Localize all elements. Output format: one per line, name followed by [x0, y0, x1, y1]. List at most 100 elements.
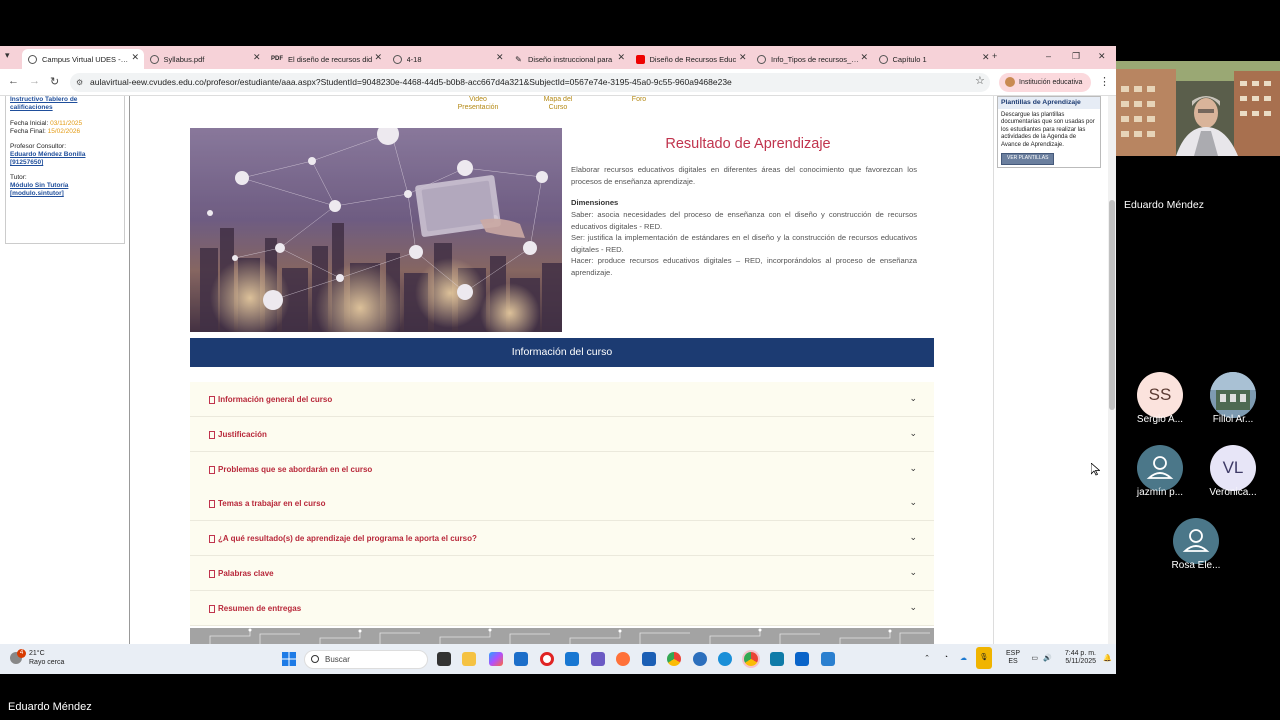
weather-widget[interactable]: 4 21°C Rayo cerca: [10, 649, 64, 667]
tab-close-icon[interactable]: ✕: [617, 52, 625, 63]
chevron-down-icon[interactable]: ⌄: [909, 567, 917, 578]
bookmark-star-icon[interactable]: ☆: [975, 74, 985, 87]
scrollbar-thumb[interactable]: [1109, 200, 1115, 410]
chevron-down-icon[interactable]: ⌄: [909, 393, 917, 404]
tab-close-icon[interactable]: ✕: [253, 52, 261, 63]
opera-icon[interactable]: [540, 652, 554, 666]
new-tab-plus-icon[interactable]: +: [992, 51, 997, 61]
tab-close-icon[interactable]: ✕: [739, 52, 747, 63]
tab-close-icon[interactable]: ✕: [131, 52, 139, 63]
onedrive-icon[interactable]: ☁: [960, 654, 967, 662]
accordion-item[interactable]: Resumen de entregas ⌄: [190, 590, 934, 626]
ver-plantillas-button[interactable]: VER PLANTILLAS: [1001, 153, 1055, 165]
chevron-down-icon[interactable]: ⌄: [909, 532, 917, 543]
minimize-icon[interactable]: –: [1046, 51, 1051, 61]
profile-button[interactable]: Institución educativa: [999, 73, 1091, 92]
copilot-icon[interactable]: [489, 652, 503, 666]
restore-icon[interactable]: ❐: [1072, 51, 1080, 62]
mapa-curso-link[interactable]: Mapa del Curso: [538, 96, 578, 112]
browser-menu-icon[interactable]: ⋮: [1099, 75, 1110, 88]
document-icon: [209, 604, 215, 613]
participant-avatar[interactable]: SS: [1137, 372, 1183, 418]
page-viewport: Instructivo Tablero de calificaciones Fe…: [0, 96, 1116, 644]
tray-chevron-icon[interactable]: ⌃: [924, 654, 930, 662]
tab-label: Diseño de Recursos Educ: [649, 54, 737, 64]
participant-avatar[interactable]: [1210, 372, 1256, 418]
accordion-item[interactable]: Justificación ⌄: [190, 416, 934, 452]
chrome-icon[interactable]: [667, 652, 681, 666]
browser-tab[interactable]: Syllabus.pdf ✕: [144, 49, 266, 69]
tab-close-icon[interactable]: ✕: [496, 52, 504, 63]
windows-start-icon[interactable]: [282, 652, 296, 666]
browser-tab[interactable]: Capítulo 1 ✕: [873, 49, 995, 69]
camera-app-icon[interactable]: [565, 652, 579, 666]
tab-close-icon[interactable]: ✕: [860, 52, 868, 63]
microphone-icon[interactable]: 🎙: [976, 647, 992, 669]
volume-icon[interactable]: 🔊: [1043, 654, 1052, 662]
tutor-link[interactable]: Módulo Sin Tutoría [modulo.sintutor]: [10, 182, 68, 197]
url-field[interactable]: ⚙ aulavirtual-eew.cvudes.edu.co/profesor…: [70, 73, 990, 92]
app-icon[interactable]: [821, 652, 835, 666]
teams-icon[interactable]: [591, 652, 605, 666]
pin-icon: ✎: [515, 54, 522, 64]
chevron-down-icon[interactable]: ⌄: [909, 602, 917, 613]
participant-avatar[interactable]: VL: [1210, 445, 1256, 491]
task-view-icon[interactable]: [437, 652, 451, 666]
chevron-down-icon[interactable]: ⌄: [909, 428, 917, 439]
editor-app-icon[interactable]: [642, 652, 656, 666]
site-info-icon[interactable]: ⚙: [76, 73, 83, 92]
fecha-inicial-value: 03/11/2025: [50, 120, 83, 127]
plantillas-aprendizaje-panel: Plantillas de Aprendizaje Descargue las …: [997, 96, 1101, 168]
accordion-item[interactable]: Temas a trabajar en el curso ⌄: [190, 486, 934, 522]
store-icon[interactable]: [514, 652, 528, 666]
browser-tab[interactable]: Diseño de Recursos Educ ✕: [630, 49, 752, 69]
accordion-label: Palabras clave: [218, 569, 274, 578]
display-icon[interactable]: ▭: [1031, 654, 1038, 662]
profesor-label: Profesor Consultor:: [10, 143, 66, 150]
browser-tab[interactable]: PDF El diseño de recursos did ✕: [265, 49, 387, 69]
circuit-footer-image: [190, 628, 934, 644]
reload-icon[interactable]: ↻: [50, 75, 59, 88]
video-presentacion-link[interactable]: Video Presentación: [452, 96, 504, 112]
accordion-item[interactable]: Palabras clave ⌄: [190, 556, 934, 591]
fecha-final-value: 15/02/2026: [47, 128, 81, 135]
tab-label: Capítulo 1: [892, 54, 927, 64]
outlook-icon[interactable]: [795, 652, 809, 666]
settings-app-icon[interactable]: [693, 652, 707, 666]
accordion-item[interactable]: ¿A qué resultado(s) de aprendizaje del p…: [190, 521, 934, 557]
browser-tab[interactable]: 4-18 ✕: [387, 49, 509, 69]
participant-avatar[interactable]: [1173, 518, 1219, 564]
taskbar-search-field[interactable]: Buscar: [304, 650, 428, 669]
tab-search-chevron-icon[interactable]: ▾: [5, 50, 10, 61]
instructivo-link[interactable]: Instructivo Tablero de calificaciones: [10, 96, 77, 111]
close-window-icon[interactable]: ✕: [1098, 51, 1106, 62]
network-sharing-icon[interactable]: ◔: [944, 654, 948, 661]
keyboard-language[interactable]: ESP ES: [1002, 650, 1024, 666]
chevron-down-icon[interactable]: ⌄: [909, 463, 917, 474]
browser-tab[interactable]: Info_Tipos de recursos_Ed ✕: [751, 49, 873, 69]
tab-close-icon[interactable]: ✕: [374, 52, 382, 63]
file-explorer-icon[interactable]: [462, 652, 476, 666]
profile-avatar-icon: [1005, 77, 1015, 87]
chrome-active-icon[interactable]: [744, 652, 758, 666]
tab-close-icon[interactable]: ✕: [982, 52, 990, 63]
chevron-down-icon[interactable]: ⌄: [909, 497, 917, 508]
notifications-bell-icon[interactable]: 🔔: [1103, 654, 1112, 662]
accordion-item[interactable]: Información general del curso ⌄: [190, 382, 934, 417]
edge-icon[interactable]: [718, 652, 732, 666]
browser-tab[interactable]: ✎ Diseño instruccional para ✕: [508, 49, 630, 69]
participant-photo: [1210, 372, 1256, 418]
pdf-icon: PDF: [271, 55, 283, 62]
forward-arrow-icon[interactable]: →: [29, 75, 40, 87]
profesor-link[interactable]: Eduardo Méndez Bonilla [91257650]: [10, 151, 85, 166]
firefox-icon[interactable]: [616, 652, 630, 666]
accordion-item[interactable]: Problemas que se abordarán en el curso ⌄: [190, 451, 934, 487]
language-bottom: ES: [1008, 658, 1018, 665]
foro-link[interactable]: Foro: [626, 96, 652, 104]
browser-tab[interactable]: Campus Virtual UDES - Tu ✕: [22, 49, 144, 69]
participant-avatar[interactable]: [1137, 445, 1183, 491]
back-arrow-icon[interactable]: ←: [8, 75, 19, 87]
remote-desktop-icon[interactable]: [770, 652, 784, 666]
page-scrollbar[interactable]: [1108, 96, 1116, 644]
clock[interactable]: 7:44 p. m. 5/11/2025: [1054, 650, 1096, 666]
